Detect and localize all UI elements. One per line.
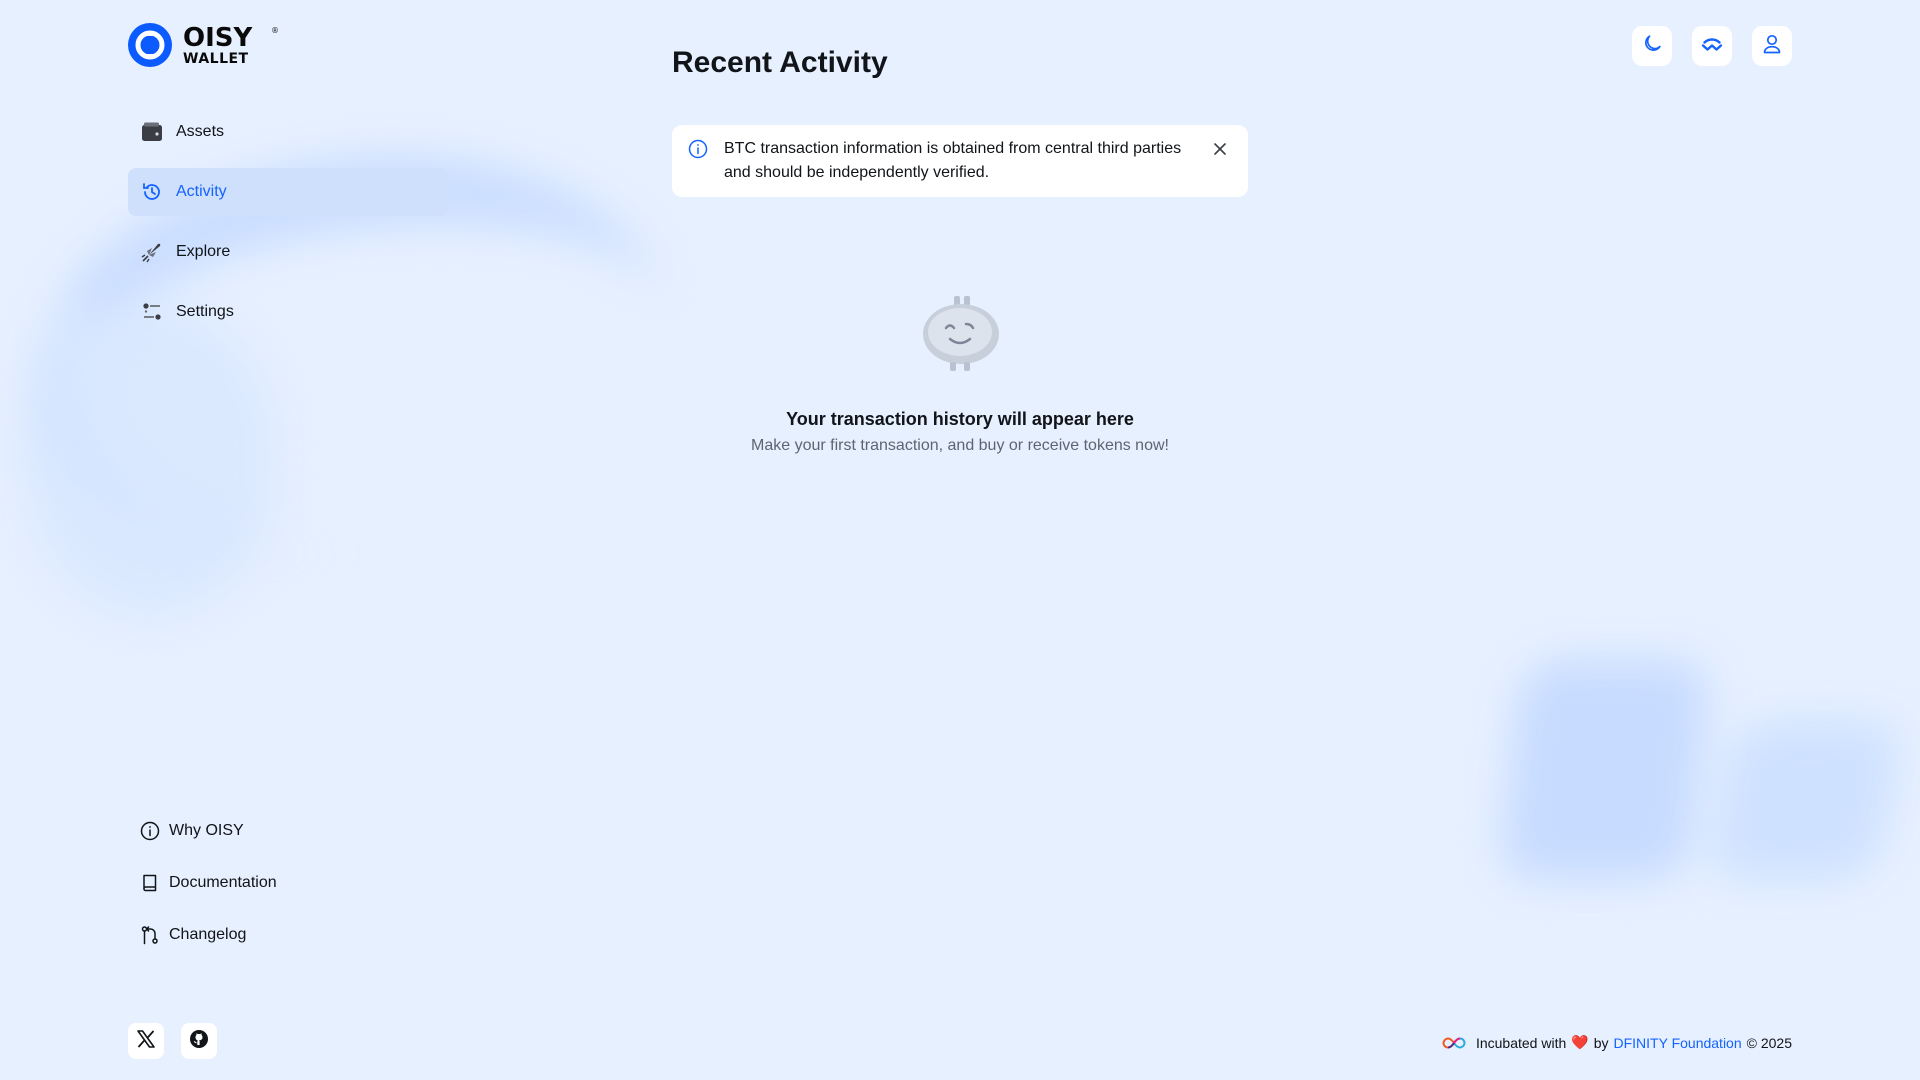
sidebar-item-label: Settings (176, 303, 234, 320)
settings-sliders-icon (140, 300, 164, 324)
footer-by: by (1593, 1034, 1609, 1051)
brand-name: OISY (183, 22, 253, 53)
changelog-link[interactable]: Changelog (140, 922, 277, 948)
x-social-button[interactable] (128, 1023, 164, 1059)
documentation-link[interactable]: Documentation (140, 870, 277, 896)
walletconnect-button[interactable] (1692, 26, 1732, 66)
footer-prefix: Incubated with (1475, 1034, 1567, 1051)
sidebar-links: Why OISY Documentation Changelog (140, 818, 277, 974)
close-icon[interactable] (1210, 139, 1230, 159)
sidebar-item-label: Activity (176, 183, 227, 200)
wallet-icon (140, 120, 164, 144)
moon-icon (1641, 33, 1663, 59)
brand-wordmark: OISY WALLET (183, 25, 252, 66)
info-icon (140, 821, 160, 841)
walletconnect-icon (1700, 32, 1724, 60)
x-logo-icon (136, 1029, 156, 1053)
theme-toggle-button[interactable] (1632, 26, 1672, 66)
book-icon (140, 873, 160, 893)
info-banner: BTC transaction information is obtained … (672, 125, 1248, 197)
sidebar-item-label: Assets (176, 123, 225, 140)
page-title: Recent Activity (672, 46, 888, 79)
empty-state-illustration (920, 294, 1002, 372)
info-circle-icon (688, 139, 708, 159)
link-label: Changelog (169, 926, 247, 943)
empty-state-subtitle: Make your first transaction, and buy or … (751, 437, 1169, 454)
footer-credits: Incubated with ❤️ by DFINITY Foundation … (1442, 1034, 1792, 1051)
background-card-shape (1705, 720, 1905, 880)
brand-subname: WALLET (183, 50, 249, 67)
github-social-button[interactable] (181, 1023, 217, 1059)
banner-message: BTC transaction information is obtained … (724, 140, 1182, 181)
git-branch-icon (140, 925, 160, 945)
user-profile-button[interactable] (1752, 26, 1792, 66)
sidebar-item-explore[interactable]: Explore (128, 228, 448, 276)
background-glow-shape (20, 300, 280, 620)
registered-mark: ® (271, 26, 279, 35)
github-icon (189, 1029, 209, 1053)
rocket-icon (140, 240, 164, 264)
history-icon (140, 180, 164, 204)
brand-logo[interactable]: OISY WALLET ® (128, 23, 279, 67)
background-card-shape (1498, 660, 1712, 880)
footer-copyright: © 2025 (1746, 1034, 1792, 1051)
dfinity-logo-icon (1442, 1036, 1466, 1049)
oisy-logo-icon (128, 23, 172, 67)
link-label: Why OISY (169, 822, 244, 839)
heart-icon: ❤️ (1571, 1034, 1589, 1050)
sidebar-nav: Assets Activity Explore Settings (128, 108, 448, 348)
sidebar-item-settings[interactable]: Settings (128, 288, 448, 336)
dfinity-foundation-link[interactable]: DFINITY Foundation (1614, 1035, 1742, 1051)
empty-state-title: Your transaction history will appear her… (786, 409, 1134, 429)
sidebar-item-assets[interactable]: Assets (128, 108, 448, 156)
link-label: Documentation (169, 874, 277, 891)
sidebar-item-activity[interactable]: Activity (128, 168, 448, 216)
user-icon (1761, 33, 1783, 59)
why-oisy-link[interactable]: Why OISY (140, 818, 277, 844)
sidebar-item-label: Explore (176, 243, 231, 260)
